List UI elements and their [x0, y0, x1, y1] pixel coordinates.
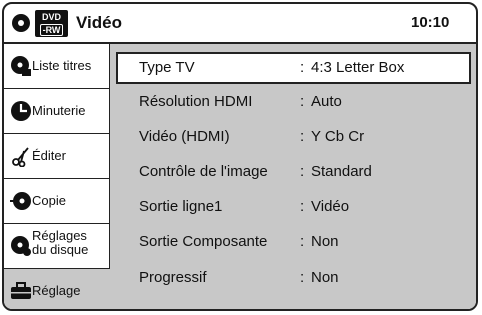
timer-clock-icon: [11, 101, 31, 121]
sidebar-item-label: Copie: [32, 193, 66, 208]
setting-value: Non: [311, 233, 339, 250]
sidebar-item-liste-titres[interactable]: Liste titres: [4, 44, 110, 89]
sidebar-item-label: Minuterie: [32, 103, 86, 118]
sidebar-menu: Liste titres Minuterie Éditer Copie Régl…: [4, 44, 110, 309]
setting-separator: :: [300, 163, 305, 180]
setting-row-progressif[interactable]: Progressif : Non: [116, 262, 471, 294]
setting-value: Y Cb Cr: [311, 128, 365, 145]
clock-time: 10:10: [411, 14, 450, 31]
copy-disc-icon: [10, 192, 31, 210]
label-line2: du disque: [32, 242, 89, 257]
sidebar-item-label: Liste titres: [32, 58, 92, 73]
sidebar-item-label: Réglages du disque: [32, 229, 88, 257]
setting-value: Standard: [311, 163, 372, 180]
sidebar-item-reglage[interactable]: Réglage: [4, 269, 110, 309]
sidebar-item-reglages-disque[interactable]: Réglages du disque: [4, 224, 110, 269]
page-title: Vidéo: [76, 13, 122, 32]
setting-label: Résolution HDMI: [139, 93, 253, 110]
setting-row-sortie-ligne1[interactable]: Sortie ligne1 : Vidéo: [116, 191, 471, 223]
sidebar-item-label: Éditer: [32, 148, 66, 163]
setting-label: Progressif: [139, 269, 207, 286]
sidebar-item-minuterie[interactable]: Minuterie: [4, 89, 110, 134]
disc-title-list-icon: [11, 56, 31, 76]
setting-separator: :: [300, 269, 305, 286]
setting-label: Vidéo (HDMI): [139, 128, 230, 145]
setting-separator: :: [300, 128, 305, 145]
badge-top-text: DVD: [41, 12, 61, 22]
setting-row-type-tv[interactable]: Type TV : 4:3 Letter Box: [116, 52, 471, 84]
header-bar: DVD -RW Vidéo 10:10: [4, 4, 476, 44]
setting-separator: :: [300, 93, 305, 110]
toolbox-icon: [11, 282, 31, 299]
setting-value: 4:3 Letter Box: [311, 59, 405, 76]
setting-separator: :: [300, 198, 305, 215]
setting-row-controle-image[interactable]: Contrôle de l'image : Standard: [116, 156, 471, 188]
setting-label: Type TV: [139, 59, 195, 76]
badge-bottom-text: -RW: [39, 24, 64, 36]
setting-row-video-hdmi[interactable]: Vidéo (HDMI) : Y Cb Cr: [116, 121, 471, 153]
sidebar-item-editer[interactable]: Éditer: [4, 134, 110, 179]
disc-settings-icon: [11, 236, 31, 256]
disc-icon: [12, 14, 30, 32]
sidebar-item-copie[interactable]: Copie: [4, 179, 110, 224]
setting-row-sortie-composante[interactable]: Sortie Composante : Non: [116, 226, 471, 258]
setting-label: Contrôle de l'image: [139, 163, 268, 180]
label-line1: Réglages: [32, 228, 87, 243]
setting-label: Sortie ligne1: [139, 198, 223, 215]
setting-value: Auto: [311, 93, 342, 110]
setting-separator: :: [300, 233, 305, 250]
setting-value: Vidéo: [311, 198, 350, 215]
setting-row-resolution-hdmi[interactable]: Résolution HDMI : Auto: [116, 86, 471, 118]
edit-scissors-icon: [12, 147, 29, 167]
setting-label: Sortie Composante: [139, 233, 268, 250]
setting-separator: :: [300, 59, 305, 76]
sidebar-item-label: Réglage: [32, 283, 81, 298]
setting-value: Non: [311, 269, 339, 286]
osd-screen: DVD -RW Vidéo 10:10 Liste titres Minuter…: [2, 2, 478, 311]
dvd-rw-badge-icon: DVD -RW: [35, 10, 68, 37]
settings-panel: Type TV : 4:3 Letter Box Résolution HDMI…: [110, 44, 476, 309]
